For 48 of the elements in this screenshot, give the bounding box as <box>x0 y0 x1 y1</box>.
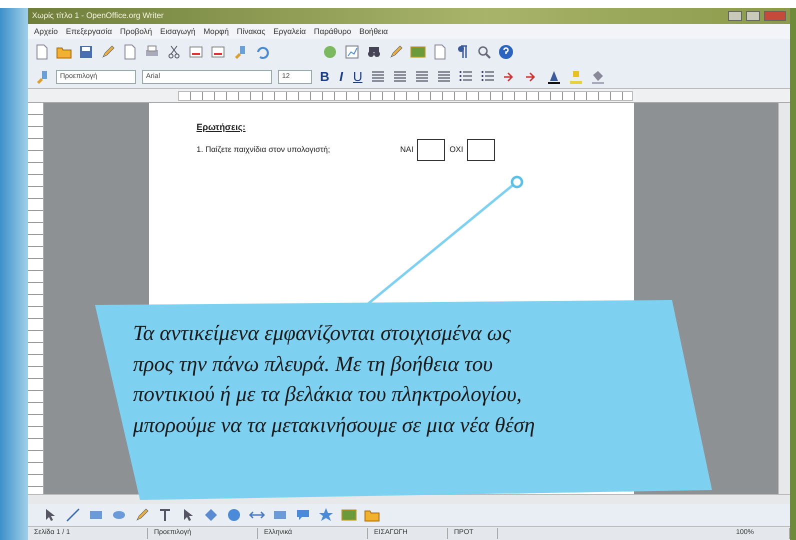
image-icon[interactable] <box>410 44 426 60</box>
image-icon[interactable] <box>341 507 357 523</box>
maximize-button[interactable] <box>746 11 760 21</box>
vertical-scrollbar[interactable] <box>778 103 790 494</box>
heading-text: Ερωτήσεις: <box>196 121 247 134</box>
menu-item[interactable]: Πίνακας <box>236 26 266 38</box>
menu-item[interactable]: Εργαλεία <box>273 26 306 38</box>
align-icon[interactable] <box>392 68 408 84</box>
menu-item[interactable]: Παράθυρο <box>314 26 352 38</box>
menu-item[interactable]: Αρχείο <box>34 26 58 38</box>
document-icon[interactable] <box>122 44 138 60</box>
menu-item[interactable]: Εισαγωγή <box>160 26 196 38</box>
chart-icon[interactable] <box>344 44 360 60</box>
minimize-button[interactable] <box>728 11 742 21</box>
circle-icon[interactable] <box>226 507 242 523</box>
document-icon[interactable] <box>34 44 50 60</box>
binoculars-icon[interactable] <box>366 44 382 60</box>
answer-box[interactable] <box>417 138 446 160</box>
align-icon[interactable] <box>414 68 430 84</box>
menu-item[interactable]: Βοήθεια <box>359 26 388 38</box>
menu-item[interactable]: Μορφή <box>203 26 229 38</box>
option-label: ΝΑΙ <box>400 144 414 156</box>
scissors-icon[interactable] <box>166 44 182 60</box>
pencil-icon[interactable] <box>134 507 150 523</box>
text-icon[interactable] <box>157 507 173 523</box>
align-icon[interactable] <box>436 68 452 84</box>
help-icon[interactable] <box>498 44 514 60</box>
italic-button[interactable]: I <box>337 70 346 83</box>
bold-button[interactable]: B <box>318 70 332 83</box>
diamond-icon[interactable] <box>203 507 219 523</box>
answer-box[interactable] <box>467 138 496 160</box>
menu-item[interactable]: Προβολή <box>120 26 152 38</box>
underline-button[interactable]: U <box>351 70 364 83</box>
font-color-icon[interactable] <box>546 68 562 84</box>
align-icon[interactable] <box>370 68 386 84</box>
star-icon[interactable] <box>318 507 334 523</box>
document-icon[interactable] <box>432 44 448 60</box>
menu-item[interactable]: Επεξεργασία <box>66 26 112 38</box>
speech-bubble-icon[interactable] <box>295 507 311 523</box>
pencil-icon[interactable] <box>100 44 116 60</box>
line-icon[interactable] <box>65 507 81 523</box>
zoom-icon[interactable] <box>476 44 492 60</box>
window-title: Χωρίς τίτλο 1 - OpenOffice.org Writer <box>32 10 164 22</box>
option-label: ΟΧΙ <box>449 144 464 156</box>
pencil-icon[interactable] <box>388 44 404 60</box>
question-text: 1. Παίζετε παιχνίδια στον υπολογιστή; <box>196 144 330 156</box>
callout-text: Τα αντικείμενα εμφανίζονται στοιχισμένα ως προς την πάνω πλευρά. Με τη βοήθεια του ποντικιού ή με τα βελάκια του πληκτρολογίου, μπορούμε να τα μετακινήσουμε σε μια νέα θέση <box>133 320 535 439</box>
undo-icon[interactable] <box>254 44 270 60</box>
